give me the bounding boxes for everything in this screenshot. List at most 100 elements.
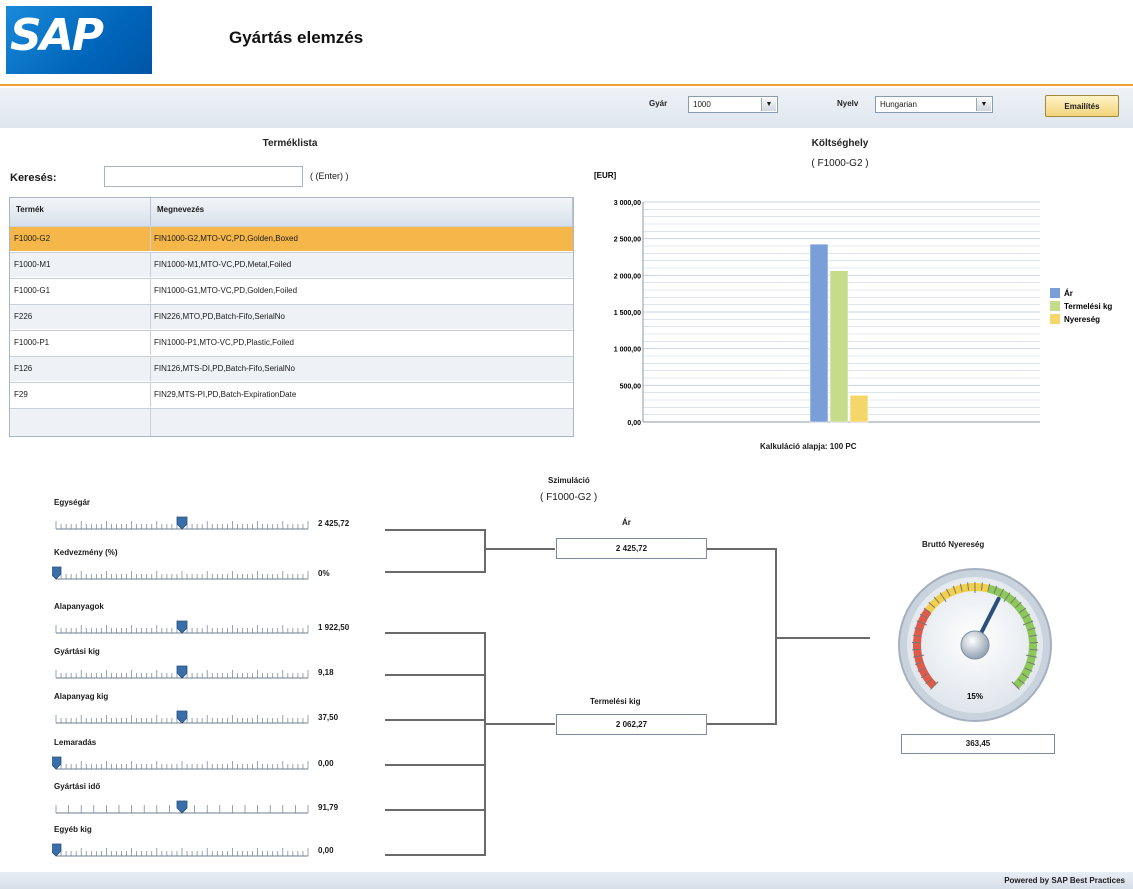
slider-label: Gyártási kig <box>54 647 100 656</box>
footer-bar <box>0 872 1133 889</box>
cell-name: FIN1000-P1,MTO-VC,PD,Plastic,Foiled <box>154 338 294 347</box>
slider-handle[interactable] <box>176 516 188 530</box>
table-row[interactable]: F1000-G1 FIN1000-G1,MTO-VC,PD,Golden,Foil… <box>10 278 573 303</box>
y-tick-label: 500,00 <box>620 383 642 390</box>
table-row[interactable]: F29 FIN29,MTS-PI,PD,Batch-ExpirationDate <box>10 382 573 407</box>
plant-label: Gyár <box>649 99 668 108</box>
gross-profit-title: Bruttó Nyereség <box>922 540 985 549</box>
language-select[interactable]: Hungarian ▼ <box>875 96 993 113</box>
cost-center-title: Költséghely <box>811 138 869 149</box>
cell-name: FIN126,MTS-DI,PD,Batch-Fifo,SerialNo <box>154 364 295 373</box>
cell-product: F1000-P1 <box>14 338 50 347</box>
price-label: Ár <box>622 518 631 527</box>
language-label: Nyelv <box>837 99 859 108</box>
slider-handle[interactable] <box>52 566 62 580</box>
simulation-subtitle: ( F1000-G2 ) <box>540 492 598 503</box>
slider-value: 91,79 <box>318 803 339 812</box>
table-row[interactable]: F1000-G2 FIN1000-G2,MTO-VC,PD,Golden,Boxe… <box>10 226 573 251</box>
sap-logo: SAP <box>6 6 152 74</box>
slider-value: 0,00 <box>318 759 334 768</box>
slider-handle[interactable] <box>52 756 62 770</box>
y-tick-label: 1 500,00 <box>614 310 641 317</box>
legend-label: Nyereség <box>1064 315 1100 324</box>
column-header-name[interactable]: Megnevezés <box>151 198 573 226</box>
slider-handle[interactable] <box>52 843 62 857</box>
connector-lines <box>385 529 870 856</box>
calculation-base: Kalkuláció alapja: 100 PC <box>760 442 857 451</box>
bar-1 <box>809 243 829 423</box>
slider-value: 0% <box>318 569 330 578</box>
bar-2 <box>829 270 849 423</box>
cell-name: FIN1000-M1,MTO-VC,PD,Metal,Foiled <box>154 260 292 269</box>
legend-label: Termelési kg <box>1064 302 1112 311</box>
price-output: 2 425,72 <box>556 538 707 559</box>
slider-handle[interactable] <box>176 710 188 724</box>
slider-handle[interactable] <box>176 800 188 814</box>
cell-product: F126 <box>14 364 33 373</box>
slider-label: Gyártási idő <box>54 782 101 791</box>
y-tick-label: 2 500,00 <box>614 237 641 244</box>
legend-swatch <box>1050 314 1060 324</box>
plant-select[interactable]: 1000 ▼ <box>688 96 778 113</box>
footer-text: Powered by SAP Best Practices <box>1004 876 1125 885</box>
cell-product: F1000-G1 <box>14 286 51 295</box>
cell-name: FIN1000-G2,MTO-VC,PD,Golden,Boxed <box>154 234 298 243</box>
cell-product: F1000-M1 <box>14 260 51 269</box>
search-hint: ( (Enter) ) <box>310 171 349 181</box>
production-cost-label: Termelési kig <box>590 697 641 706</box>
slider[interactable] <box>52 565 314 583</box>
search-label: Keresés: <box>10 172 57 184</box>
y-tick-label: 3 000,00 <box>614 200 641 207</box>
legend-label: Ár <box>1064 289 1073 298</box>
slider-label: Egyéb kig <box>54 825 92 834</box>
table-row[interactable]: F1000-P1 FIN1000-P1,MTO-VC,PD,Plastic,Foi… <box>10 330 573 355</box>
slider-value: 0,00 <box>318 846 334 855</box>
table-row[interactable]: F126 FIN126,MTS-DI,PD,Batch-Fifo,SerialNo <box>10 356 573 381</box>
table-row[interactable]: F226 FIN226,MTO,PD,Batch-Fifo,SerialNo <box>10 304 573 329</box>
chevron-down-icon[interactable]: ▼ <box>761 98 776 111</box>
settings-button[interactable]: Emailítés <box>1045 95 1119 117</box>
slider-value: 1 922,50 <box>318 623 350 632</box>
cell-name: FIN1000-G1,MTO-VC,PD,Golden,Foiled <box>154 286 298 295</box>
slider[interactable] <box>52 799 314 817</box>
slider-value: 2 425,72 <box>318 519 350 528</box>
cell-name: FIN226,MTO,PD,Batch-Fifo,SerialNo <box>154 312 286 321</box>
slider[interactable] <box>52 619 314 637</box>
cell-name: FIN29,MTS-PI,PD,Batch-ExpirationDate <box>154 390 297 399</box>
slider[interactable] <box>52 664 314 682</box>
chevron-down-icon[interactable]: ▼ <box>976 98 991 111</box>
table-row[interactable]: F1000-M1 FIN1000-M1,MTO-VC,PD,Metal,Foile… <box>10 252 573 277</box>
slider[interactable] <box>52 709 314 727</box>
slider-label: Kedvezmény (%) <box>54 548 118 557</box>
y-tick-label: 2 000,00 <box>614 273 641 280</box>
cell-product: F1000-G2 <box>14 234 51 243</box>
bar-3 <box>849 395 869 423</box>
slider[interactable] <box>52 515 314 533</box>
slider-value: 9,18 <box>318 668 334 677</box>
slider-label: Egységár <box>54 498 91 507</box>
production-cost-output: 2 062,27 <box>556 714 707 735</box>
slider-label: Alapanyag kig <box>54 692 109 701</box>
slider-handle[interactable] <box>176 620 188 634</box>
gauge-percent-label: 15% <box>967 692 983 701</box>
slider[interactable] <box>52 842 314 860</box>
table-row-empty <box>10 408 573 436</box>
slider-value: 37,50 <box>318 713 339 722</box>
search-input[interactable] <box>104 166 303 187</box>
header-divider <box>0 84 1133 86</box>
y-tick-label: 0,00 <box>627 420 641 427</box>
legend-swatch <box>1050 288 1060 298</box>
slider-handle[interactable] <box>176 665 188 679</box>
gross-profit-output: 363,45 <box>901 734 1055 754</box>
simulation-title: Szimuláció <box>548 476 590 485</box>
slider[interactable] <box>52 755 314 773</box>
gross-profit-gauge: 15% <box>898 568 1052 722</box>
product-table: Termék Megnevezés F1000-G2 FIN1000-G2,MTO… <box>9 197 574 437</box>
cost-chart: [EUR] 3 000,00 2 500,00 2 000,00 1 500,00 1 0… <box>594 171 1112 427</box>
cell-product: F29 <box>14 390 28 399</box>
cost-center-subtitle: ( F1000-G2 ) <box>811 158 869 169</box>
page-title: Gyártás elemzés <box>229 28 364 47</box>
legend-swatch <box>1050 301 1060 311</box>
column-header-product[interactable]: Termék <box>10 198 151 226</box>
y-tick-label: 1 000,00 <box>614 347 641 354</box>
